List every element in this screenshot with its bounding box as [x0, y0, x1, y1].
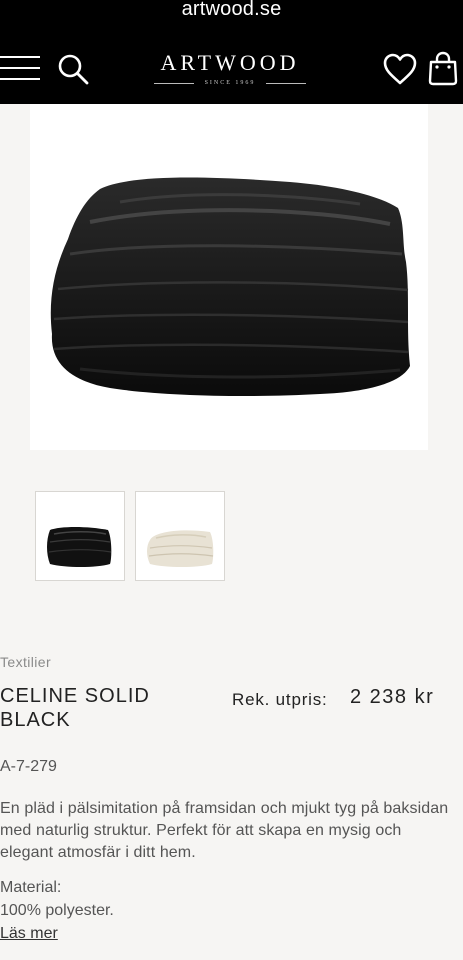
price-value: 2 238 kr: [350, 686, 435, 708]
product-description: En pläd i pälsimitation på framsidan och…: [0, 800, 449, 861]
artwood-logo[interactable]: ARTWOOD SINCE 1969: [150, 50, 310, 90]
logo-text: ARTWOOD: [160, 50, 300, 75]
price-label: Rek. utpris:: [232, 690, 328, 709]
url-bar[interactable]: artwood.se: [0, 0, 463, 22]
thumbnail-black[interactable]: [35, 491, 125, 581]
bag-icon[interactable]: [426, 50, 460, 86]
search-icon[interactable]: [56, 52, 90, 86]
thumbnail-beige[interactable]: [135, 491, 225, 581]
material-value: 100% polyester.: [0, 902, 114, 919]
thumbnail-beige-image: [147, 530, 214, 567]
menu-icon[interactable]: [0, 54, 40, 82]
thumbnail-black-image: [47, 527, 112, 567]
logo-since-text: SINCE 1969: [204, 80, 256, 86]
read-more-link[interactable]: Läs mer: [0, 925, 58, 943]
material-label: Material:: [0, 879, 62, 896]
logo-tagline: SINCE 1969: [150, 79, 310, 87]
site-header: artwood.se ARTWOOD SINCE 1969: [0, 0, 463, 104]
throw-blanket-image: [50, 177, 410, 396]
product-title: CELINE SOLID BLACK: [0, 685, 150, 731]
heart-icon[interactable]: [382, 52, 418, 86]
product-main-image[interactable]: [30, 104, 428, 450]
product-category[interactable]: Textilier: [0, 654, 51, 670]
product-sku: A-7-279: [0, 758, 57, 775]
